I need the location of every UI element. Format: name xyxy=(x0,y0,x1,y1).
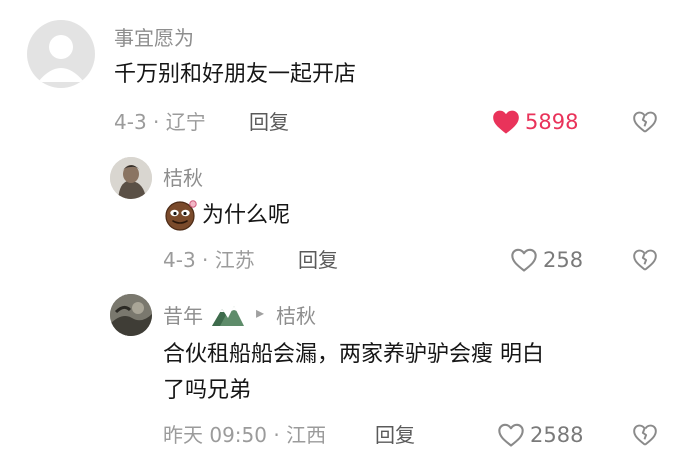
reply-button[interactable]: 回复 xyxy=(375,425,415,445)
reply-button[interactable]: 回复 xyxy=(249,112,289,132)
like-button[interactable]: 2588 xyxy=(497,421,583,449)
comment-text: 合伙租船船会漏，两家养驴驴会瘦 明白 xyxy=(163,342,544,367)
comment-meta: 4-3 · 辽宁 xyxy=(114,110,206,134)
comment-username[interactable]: 昔年 xyxy=(163,306,203,326)
reply-button[interactable]: 回复 xyxy=(298,250,338,270)
comment-text: 为什么呢 xyxy=(202,203,291,228)
like-count: 2588 xyxy=(530,422,584,447)
face-emoji xyxy=(163,198,199,232)
broken-heart-icon[interactable] xyxy=(632,109,658,135)
comment-meta: 昨天 09:50 · 江西 xyxy=(163,423,327,447)
reply-to-username[interactable]: 桔秋 xyxy=(276,306,316,326)
user-avatar[interactable] xyxy=(110,294,152,336)
broken-heart-icon[interactable] xyxy=(632,422,658,448)
like-count: 258 xyxy=(543,247,584,272)
reply-arrow-icon: ▸ xyxy=(256,303,265,322)
comment-username[interactable]: 事宜愿为 xyxy=(114,28,194,48)
comment-meta: 4-3 · 江苏 xyxy=(163,248,255,272)
broken-heart-icon[interactable] xyxy=(632,247,658,273)
like-button[interactable]: 258 xyxy=(510,246,583,274)
like-count: 5898 xyxy=(525,109,579,134)
heart-filled-icon xyxy=(493,110,519,134)
comment-username[interactable]: 桔秋 xyxy=(163,168,203,188)
mountain-badge-icon xyxy=(211,302,245,328)
comment-text: 千万别和好朋友一起开店 xyxy=(114,62,357,87)
comment-text-line2: 了吗兄弟 xyxy=(163,378,252,403)
heart-outline-icon xyxy=(498,423,524,447)
heart-outline-icon xyxy=(511,248,537,272)
default-avatar[interactable] xyxy=(27,20,95,88)
user-avatar[interactable] xyxy=(110,157,152,199)
like-button[interactable]: 5898 xyxy=(492,108,578,136)
